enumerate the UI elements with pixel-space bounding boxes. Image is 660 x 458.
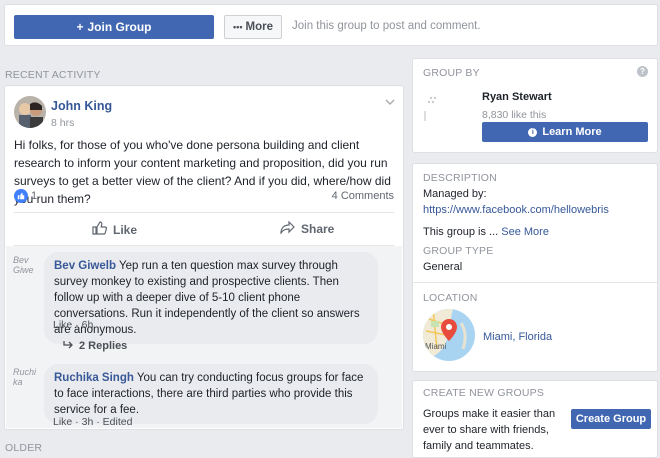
divider xyxy=(413,282,657,283)
share-label: Share xyxy=(301,222,335,236)
view-replies-link[interactable]: 2 Replies xyxy=(63,340,127,352)
group-type-value: General xyxy=(423,261,463,273)
comment-meta: Like · 3h · Edited xyxy=(53,416,133,428)
join-group-button[interactable]: + Join Group xyxy=(14,15,214,39)
more-button[interactable]: ••• More xyxy=(224,15,282,39)
owner-like-count: 8,830 like this xyxy=(482,109,547,121)
create-groups-card: CREATE NEW GROUPS Groups make it easier … xyxy=(412,380,658,458)
thumbs-up-outline-icon xyxy=(92,221,108,238)
like-count: 1 xyxy=(31,190,38,202)
comment-like-link[interactable]: Like xyxy=(53,416,72,428)
group-by-card: GROUP BY ? Ryan Stewart 8,830 like this … xyxy=(412,58,658,153)
learn-more-button[interactable]: i Learn More xyxy=(482,122,648,142)
commenter-name[interactable]: Bev Giwelb xyxy=(54,260,116,272)
author-avatar[interactable] xyxy=(14,96,46,128)
share-icon xyxy=(280,220,295,237)
thumbs-up-icon xyxy=(14,189,28,203)
comment-meta: Like · 6h xyxy=(53,319,94,331)
comment-count[interactable]: 4 Comments xyxy=(332,190,394,202)
like-label: Like xyxy=(113,222,138,237)
post-time[interactable]: 8 hrs xyxy=(51,117,74,129)
page-logo[interactable] xyxy=(423,89,473,144)
location-link[interactable]: Miami, Florida xyxy=(483,329,552,345)
managed-by: Managed by: https://www.facebook.com/hel… xyxy=(423,186,651,218)
like-button[interactable]: Like xyxy=(92,221,137,238)
plus-icon: + xyxy=(76,20,84,34)
map-label: Miami xyxy=(425,342,447,351)
ellipsis-icon: ••• xyxy=(233,22,243,32)
comment-bubble: Bev Giwelb Yep run a ten question max su… xyxy=(44,252,378,344)
older-heading: OLDER xyxy=(5,442,43,454)
create-group-button[interactable]: Create Group xyxy=(571,409,651,429)
replies-label: 2 Replies xyxy=(79,340,128,352)
description-text: This group is ... xyxy=(423,226,499,238)
see-more-link[interactable]: See More xyxy=(501,226,549,238)
managed-by-link[interactable]: https://www.facebook.com/hellowebris xyxy=(423,204,609,216)
group-description: This group is ... See More xyxy=(423,224,549,240)
comments-section: Bev Giwe Bev Giwelb Yep run a ten questi… xyxy=(6,246,402,428)
group-type-heading: GROUP TYPE xyxy=(423,245,494,257)
more-label: More xyxy=(245,21,273,33)
comment-like-link[interactable]: Like xyxy=(53,319,72,331)
group-about-card: DESCRIPTION Managed by: https://www.face… xyxy=(412,163,658,372)
post-card: John King 8 hrs Hi folks, for those of y… xyxy=(4,85,404,430)
description-heading: DESCRIPTION xyxy=(423,172,497,184)
recent-activity-heading: RECENT ACTIVITY xyxy=(5,69,101,81)
commenter-avatar[interactable]: Ruchi ka xyxy=(13,367,43,397)
location-map[interactable]: Miami xyxy=(423,309,475,361)
join-hint: Join this group to post and comment. xyxy=(292,20,481,32)
comment-time[interactable]: 6h xyxy=(82,319,94,331)
create-groups-text: Groups make it easier than ever to share… xyxy=(423,408,556,452)
comment-time[interactable]: 3h xyxy=(82,416,94,428)
chevron-down-icon[interactable] xyxy=(385,96,395,108)
avatar-alt-text: Bev Giwe xyxy=(13,255,34,275)
group-by-heading: GROUP BY xyxy=(423,67,480,79)
create-groups-heading: CREATE NEW GROUPS xyxy=(423,387,545,399)
commenter-name[interactable]: Ruchika Singh xyxy=(54,372,134,384)
edited-label[interactable]: Edited xyxy=(103,416,133,428)
comment-bubble: Ruchika Singh You can try conducting foc… xyxy=(44,364,378,424)
managed-by-label: Managed by: xyxy=(423,188,487,200)
join-group-label: Join Group xyxy=(87,20,152,34)
info-icon: i xyxy=(528,127,538,137)
post-author[interactable]: John King xyxy=(51,99,112,113)
post-actions: Like Share xyxy=(14,212,394,246)
reaction-summary[interactable]: 1 xyxy=(14,189,37,203)
learn-more-label: Learn More xyxy=(542,126,602,138)
group-action-bar: + Join Group ••• More Join this group to… xyxy=(4,4,658,46)
commenter-avatar[interactable]: Bev Giwe xyxy=(13,255,43,285)
group-owner-name[interactable]: Ryan Stewart xyxy=(482,91,552,103)
reply-arrow-icon xyxy=(63,340,74,352)
help-icon[interactable]: ? xyxy=(637,66,648,77)
share-button[interactable]: Share xyxy=(280,220,335,237)
location-heading: LOCATION xyxy=(423,292,478,304)
avatar-alt-text: Ruchi ka xyxy=(13,367,37,387)
